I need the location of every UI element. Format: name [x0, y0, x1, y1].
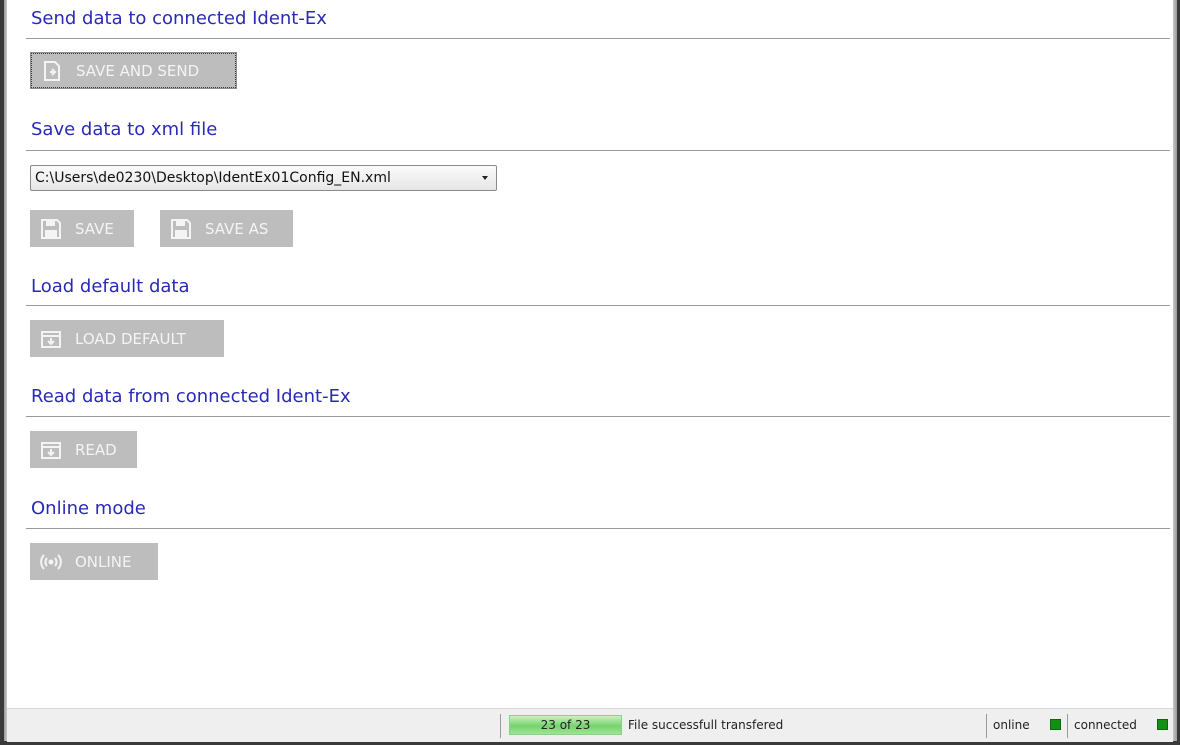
- section-title-xml: Save data to xml file: [31, 119, 218, 140]
- load-folder-icon: [39, 327, 63, 351]
- load-default-label: LOAD DEFAULT: [75, 329, 186, 348]
- chevron-down-icon[interactable]: [482, 176, 488, 180]
- status-separator: [986, 714, 987, 738]
- save-as-label: SAVE AS: [205, 219, 269, 238]
- section-divider: [26, 38, 1170, 39]
- load-default-button[interactable]: LOAD DEFAULT: [30, 320, 224, 357]
- status-message: File successfull transfered: [628, 718, 784, 732]
- section-title-read: Read data from connected Ident-Ex: [31, 386, 351, 407]
- connected-status-label: connected: [1074, 718, 1137, 732]
- transfer-progress-bar: 23 of 23: [509, 715, 622, 735]
- save-button[interactable]: SAVE: [30, 210, 134, 247]
- read-label: READ: [75, 440, 117, 459]
- status-separator: [1067, 714, 1068, 738]
- section-title-default: Load default data: [31, 276, 190, 297]
- online-indicator-led: [1050, 719, 1061, 730]
- floppy-disk-icon: [39, 217, 63, 241]
- section-divider: [26, 416, 1170, 417]
- load-folder-icon: [39, 438, 63, 462]
- progress-text: 23 of 23: [540, 718, 591, 732]
- window-frame-right: [1173, 0, 1180, 745]
- section-divider: [26, 150, 1170, 151]
- section-title-send: Send data to connected Ident-Ex: [31, 8, 327, 29]
- section-divider: [26, 528, 1170, 529]
- connected-indicator-led: [1157, 719, 1168, 730]
- broadcast-icon: [39, 550, 63, 574]
- section-divider: [26, 305, 1170, 306]
- save-label: SAVE: [75, 219, 114, 238]
- save-send-icon: [40, 59, 64, 83]
- online-button[interactable]: ONLINE: [30, 543, 158, 580]
- read-button[interactable]: READ: [30, 431, 137, 468]
- online-label: ONLINE: [75, 552, 132, 571]
- save-and-send-label: SAVE AND SEND: [76, 61, 200, 80]
- file-path-dropdown[interactable]: C:\Users\de0230\Desktop\IdentEx01Config_…: [30, 165, 497, 191]
- section-title-online: Online mode: [31, 498, 146, 519]
- file-path-value: C:\Users\de0230\Desktop\IdentEx01Config_…: [35, 170, 391, 186]
- status-bar: 23 of 23 File successfull transfered onl…: [7, 708, 1173, 742]
- save-and-send-button[interactable]: SAVE AND SEND: [30, 52, 237, 89]
- floppy-disk-icon: [169, 217, 193, 241]
- save-as-button[interactable]: SAVE AS: [160, 210, 293, 247]
- window-frame-left: [0, 0, 7, 745]
- status-separator: [500, 714, 501, 738]
- online-status-label: online: [993, 718, 1030, 732]
